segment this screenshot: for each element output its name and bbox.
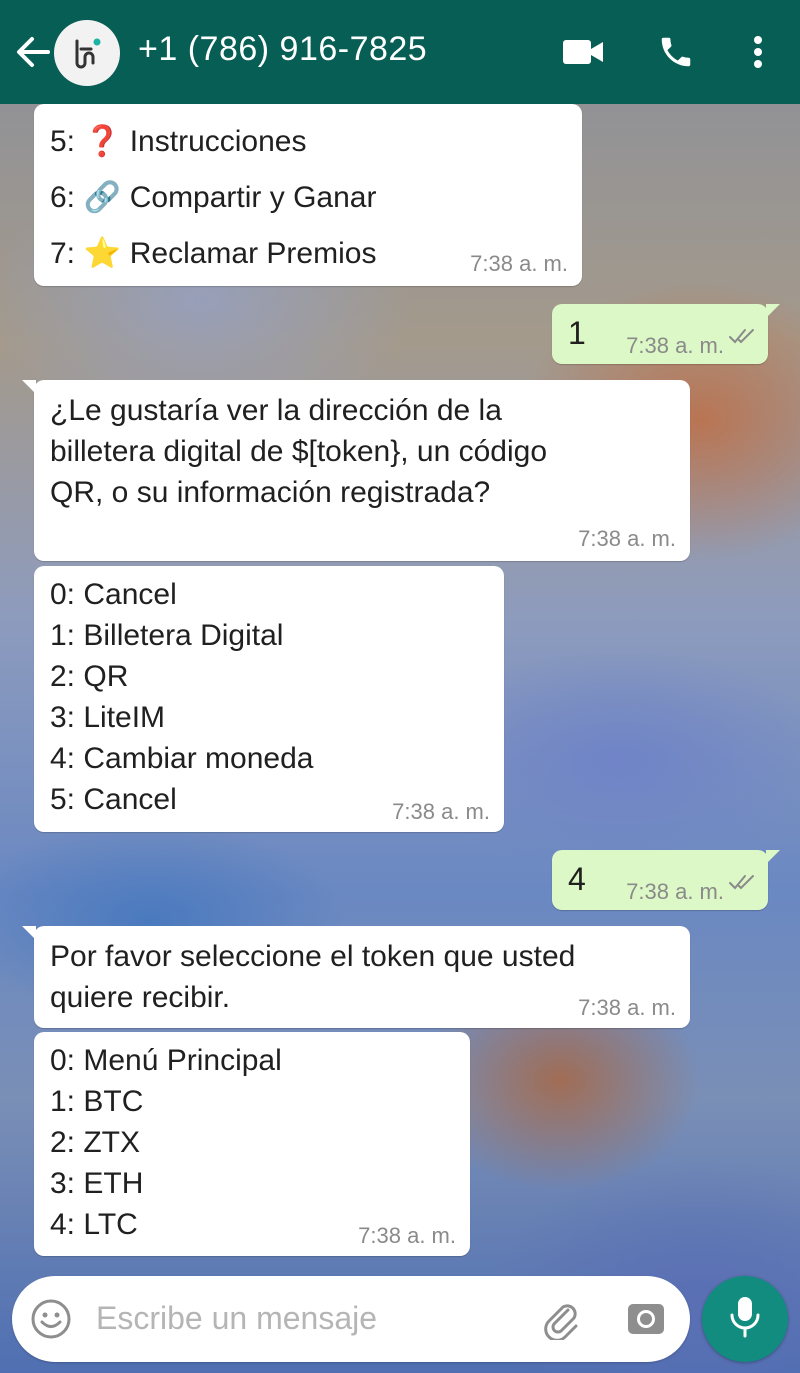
microphone-button[interactable] (702, 1276, 788, 1362)
message-text: 1 (568, 315, 586, 351)
message-bubble[interactable]: 0: Menú Principal 1: BTC 2: ZTX 3: ETH 4… (34, 1032, 470, 1256)
option-line: 0: Menú Principal (50, 1044, 282, 1077)
contact-avatar[interactable] (54, 20, 120, 86)
option-line: 0: Cancel (50, 578, 177, 611)
message-bubble[interactable]: 1 7:38 a. m. (552, 304, 780, 364)
camera-icon[interactable] (626, 1300, 666, 1343)
message-time: 7:38 a. m. (578, 995, 676, 1020)
double-check-icon (728, 315, 756, 356)
option-line: 1: Billetera Digital (50, 619, 284, 652)
phone-icon[interactable] (654, 30, 698, 74)
message-text: QR, o su información registrada? (50, 476, 491, 509)
message-text: 4 (568, 861, 586, 897)
message-time: 7:38 a. m. (392, 799, 490, 824)
bot-logo-icon (75, 38, 101, 69)
paperclip-icon[interactable] (538, 1296, 582, 1345)
contact-name[interactable]: +1 (786) 916-7825 (138, 30, 427, 69)
menu-line: 6: 🔗 Compartir y Ganar (50, 170, 566, 226)
link-icon: 🔗 (83, 180, 122, 215)
message-time: 7:38 a. m. (626, 879, 724, 904)
chat-header: +1 (786) 916-7825 (0, 0, 800, 104)
option-line: 3: LiteIM (50, 701, 166, 734)
back-arrow-icon[interactable] (12, 34, 52, 70)
star-icon: ⭐ (83, 236, 122, 271)
message-time: 7:38 a. m. (470, 251, 568, 276)
more-vert-icon[interactable] (744, 30, 772, 74)
message-bubble[interactable]: Por favor seleccione el token que usted … (22, 926, 690, 1028)
emoji-icon[interactable] (30, 1298, 72, 1345)
message-text: Por favor seleccione el token que usted (50, 940, 576, 973)
option-line: 4: Cambiar moneda (50, 742, 314, 775)
option-line: 1: BTC (50, 1085, 144, 1118)
message-time: 7:38 a. m. (358, 1223, 456, 1248)
message-composer: Escribe un mensaje (12, 1276, 690, 1362)
microphone-icon (728, 1295, 762, 1344)
message-time: 7:38 a. m. (626, 333, 724, 358)
message-bubble[interactable]: ¿Le gustaría ver la dirección de la bill… (22, 380, 690, 561)
double-check-icon (728, 861, 756, 902)
chat-area: 5: ❓ Instrucciones 6: 🔗 Compartir y Gana… (0, 104, 800, 1373)
message-bubble[interactable]: 5: ❓ Instrucciones 6: 🔗 Compartir y Gana… (34, 104, 582, 286)
message-input[interactable]: Escribe un mensaje (96, 1300, 377, 1337)
option-line: 2: QR (50, 660, 129, 693)
video-call-icon[interactable] (560, 30, 606, 74)
option-line: 2: ZTX (50, 1126, 141, 1159)
question-mark-icon: ❓ (83, 124, 122, 159)
menu-line: 5: ❓ Instrucciones (50, 114, 566, 170)
message-text: ¿Le gustaría ver la dirección de la (50, 394, 502, 427)
message-time: 7:38 a. m. (578, 526, 676, 551)
message-bubble[interactable]: 0: Cancel 1: Billetera Digital 2: QR 3: … (34, 566, 504, 832)
option-line: 3: ETH (50, 1167, 144, 1200)
message-bubble[interactable]: 4 7:38 a. m. (552, 850, 780, 910)
message-text: billetera digital de $[token}, un código (50, 435, 548, 468)
